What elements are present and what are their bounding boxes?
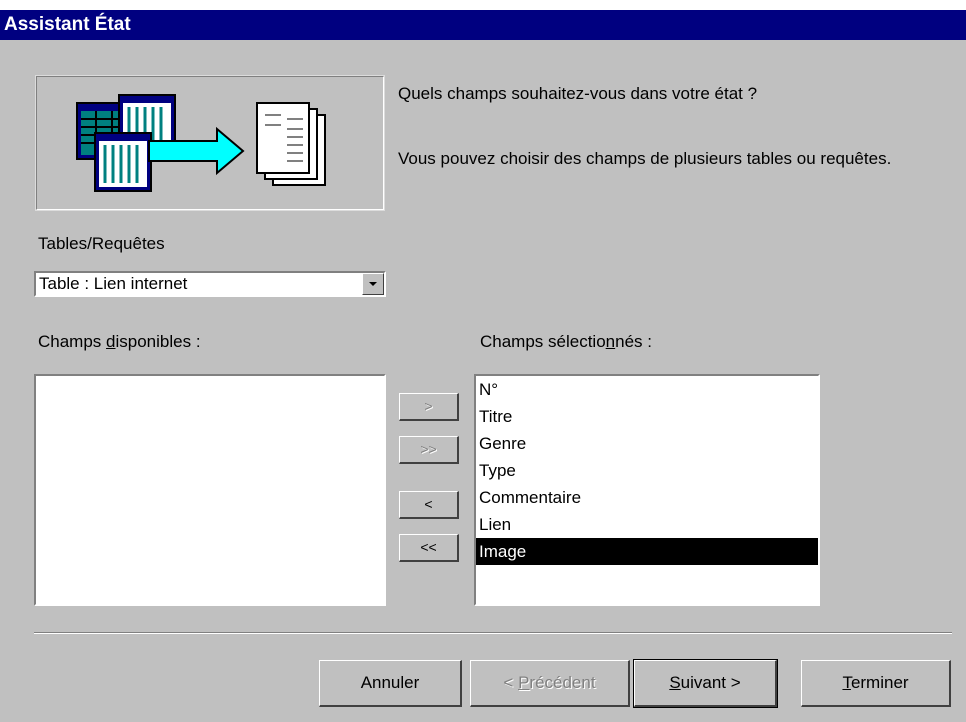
selected-field-item[interactable]: Titre bbox=[476, 403, 818, 430]
selected-fields-label-part: nés : bbox=[615, 332, 652, 351]
back-button-label: < bbox=[503, 673, 519, 692]
available-fields-list[interactable] bbox=[34, 374, 386, 606]
tables-to-report-illustration bbox=[76, 94, 326, 192]
title-bar: Assistant État bbox=[0, 10, 966, 40]
available-fields-label-accel: d bbox=[106, 332, 116, 351]
separator bbox=[34, 632, 952, 634]
back-button-accel: P bbox=[518, 673, 530, 692]
back-button[interactable]: < Précédent bbox=[470, 660, 630, 707]
wizard-question: Quels champs souhaitez-vous dans votre é… bbox=[398, 84, 758, 103]
selected-field-item[interactable]: Lien bbox=[476, 511, 818, 538]
back-button-label: récédent bbox=[529, 673, 596, 692]
chevron-down-icon[interactable] bbox=[362, 273, 384, 295]
selected-fields-label-part: Champs sélectio bbox=[480, 332, 606, 351]
add-all-fields-button[interactable]: >> bbox=[399, 436, 459, 464]
finish-button[interactable]: Terminer bbox=[801, 660, 951, 707]
selected-field-item[interactable]: N° bbox=[476, 376, 818, 403]
wizard-window: Assistant État Quels champs souhaitez-vo… bbox=[0, 10, 966, 722]
selected-fields-label: Champs sélectionnés : bbox=[480, 332, 652, 352]
add-field-button[interactable]: > bbox=[399, 393, 459, 421]
available-fields-label: Champs disponibles : bbox=[38, 332, 201, 352]
wizard-illustration bbox=[35, 75, 385, 211]
wizard-hint: Vous pouvez choisir des champs de plusie… bbox=[398, 149, 892, 168]
available-fields-label-part: isponibles : bbox=[115, 332, 201, 351]
selected-field-item[interactable]: Genre bbox=[476, 430, 818, 457]
selected-field-item[interactable]: Commentaire bbox=[476, 484, 818, 511]
tables-combobox-value: Table : Lien internet bbox=[39, 274, 188, 293]
selected-fields-label-accel: n bbox=[605, 332, 616, 351]
remove-field-button[interactable]: < bbox=[399, 491, 459, 519]
next-button-label: uivant > bbox=[680, 673, 741, 692]
tables-label: Tables/Requêtes bbox=[38, 234, 165, 253]
remove-all-fields-button[interactable]: << bbox=[399, 534, 459, 562]
next-button-accel: S bbox=[669, 673, 681, 692]
selected-fields-list[interactable]: N° Titre Genre Type Commentaire Lien Image bbox=[474, 374, 820, 606]
finish-button-accel: T bbox=[842, 673, 851, 692]
next-button[interactable]: Suivant > bbox=[633, 659, 778, 708]
tables-combobox[interactable]: Table : Lien internet bbox=[34, 271, 386, 297]
selected-field-item[interactable]: Image bbox=[476, 538, 818, 565]
cancel-button[interactable]: Annuler bbox=[319, 660, 462, 707]
finish-button-label: erminer bbox=[850, 673, 909, 692]
selected-field-item[interactable]: Type bbox=[476, 457, 818, 484]
available-fields-label-part: Champs bbox=[38, 332, 107, 351]
